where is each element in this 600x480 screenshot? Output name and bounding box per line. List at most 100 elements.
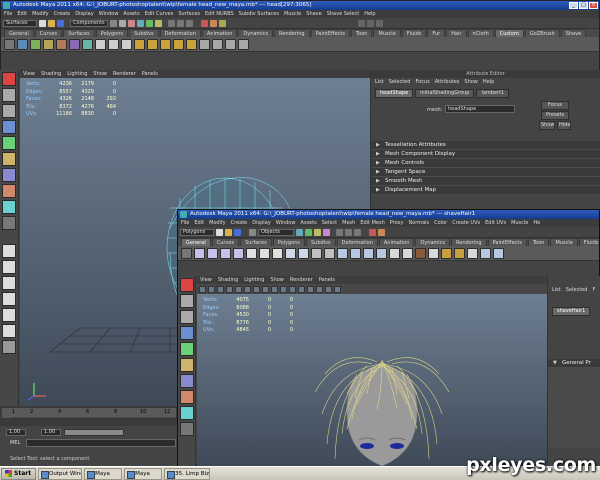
rotate-tool-icon[interactable] (179, 342, 194, 356)
hair-comb-icon[interactable] (311, 247, 322, 259)
mask-face-icon[interactable] (314, 228, 321, 236)
snap-grid-icon[interactable] (336, 228, 343, 236)
shelf-tab-polygons[interactable]: Polygons (272, 238, 305, 246)
menu-file[interactable]: File (4, 10, 12, 18)
menu-edit-nurbs[interactable]: Edit NURBS (205, 10, 234, 18)
bridge-icon[interactable] (186, 38, 197, 50)
menu-assets[interactable]: Assets (300, 219, 316, 227)
lasso-tool-icon[interactable] (179, 294, 194, 308)
hair-smooth-icon[interactable] (402, 247, 413, 259)
tab-headshape[interactable]: headShape (375, 89, 414, 98)
textured-icon[interactable] (289, 285, 296, 293)
shelf-tab-muscle[interactable]: Muscle (550, 238, 578, 246)
hair-wave-icon[interactable] (285, 247, 296, 259)
section-smooth-mesh[interactable]: ▶ Smooth Mesh (371, 177, 600, 186)
menu-edit-mesh[interactable]: Edit Mesh (360, 219, 384, 227)
mirror-icon[interactable] (173, 38, 184, 50)
mask-vertex-icon[interactable] (296, 228, 303, 236)
side-menu-selected[interactable]: Selected (566, 286, 588, 294)
render-icon[interactable] (201, 19, 208, 27)
vp-menu-renderer[interactable]: Renderer (113, 70, 136, 78)
uv-editor-icon[interactable] (238, 38, 249, 50)
poly-sphere-icon[interactable] (17, 38, 28, 50)
image-plane-icon[interactable] (226, 285, 233, 293)
menu-color[interactable]: Color (434, 219, 447, 227)
ae-menu-help[interactable]: Help (483, 78, 494, 86)
presets-button[interactable]: Presets (541, 111, 569, 120)
menu-shave[interactable]: Shave (306, 10, 321, 18)
shelf-tab-rendering[interactable]: Rendering (274, 29, 310, 37)
universal-manip-icon[interactable] (179, 374, 194, 388)
taskbar-item-maya[interactable]: Maya (84, 467, 123, 480)
shelf-tab-fluids[interactable]: Fluids (401, 29, 427, 37)
tab-initialshadinggroup[interactable]: initialShadingGroup (415, 89, 475, 98)
mask-uv-icon[interactable] (323, 228, 330, 236)
cp-icon[interactable] (121, 38, 132, 50)
shelf-tab-deformation[interactable]: Deformation (336, 238, 378, 246)
hair-curve-icon[interactable] (194, 247, 205, 259)
shelf-tab-painteffects[interactable]: PaintEffects (310, 29, 350, 37)
merge-icon[interactable] (69, 38, 80, 50)
layout-hypershade-icon[interactable] (2, 324, 16, 338)
minimize-button[interactable]: _ (569, 2, 578, 9)
menu-select[interactable]: Select (322, 219, 337, 227)
shelf-tab-polygons[interactable]: Polygons (95, 29, 128, 37)
show-channel-box-icon[interactable] (358, 19, 365, 27)
shelf-tab-fur[interactable]: Fur (427, 29, 446, 37)
select-component-icon[interactable] (128, 19, 135, 27)
vp-menu-lighting[interactable]: Lighting (67, 70, 87, 78)
menu-create-uvs[interactable]: Create UVs (452, 219, 480, 227)
shelf-menu-icon[interactable] (181, 247, 192, 259)
shelf-menu-icon[interactable] (4, 38, 15, 50)
split-polygon-icon[interactable] (82, 38, 93, 50)
menu-he[interactable]: He (533, 219, 540, 227)
menu-subdiv-surfaces[interactable]: Subdiv Surfaces (239, 10, 279, 18)
layout-two-icon[interactable] (2, 276, 16, 290)
vp-menu-show[interactable]: Show (93, 70, 107, 78)
shelf-tab-dynamics[interactable]: Dynamics (238, 29, 274, 37)
menu-create[interactable]: Create (54, 10, 71, 18)
shelf-tab-muscle[interactable]: Muscle (373, 29, 401, 37)
menu-edit[interactable]: Edit (17, 10, 27, 18)
section-general-properties[interactable]: ▼ General Pr (548, 359, 600, 368)
range-slider-bar[interactable] (64, 428, 124, 436)
mask-face-icon[interactable] (155, 19, 162, 27)
snap-point-icon[interactable] (186, 19, 193, 27)
extrude-icon[interactable] (56, 38, 67, 50)
poly-cylinder-icon[interactable] (43, 38, 54, 50)
shelf-tab-general[interactable]: General (181, 238, 211, 246)
menu-window[interactable]: Window (99, 10, 119, 18)
append-icon[interactable] (199, 38, 210, 50)
open-scene-icon[interactable] (48, 19, 55, 27)
shelf-tab-toon[interactable]: Toon (350, 29, 373, 37)
shelf-tab-subdivs[interactable]: Subdivs (129, 29, 159, 37)
snap-curve-icon[interactable] (177, 19, 184, 27)
show-button[interactable]: Show (539, 121, 555, 130)
new-scene-icon[interactable] (39, 19, 46, 27)
hair-grid-icon[interactable] (493, 247, 504, 259)
vp-menu-view[interactable]: View (200, 276, 212, 284)
shelf-tab-custom[interactable]: Custom (494, 29, 524, 37)
shelf-tab-general[interactable]: General (4, 29, 34, 37)
start-button[interactable]: Start (1, 467, 37, 480)
wireframe-on-shaded-icon[interactable] (280, 285, 287, 293)
mesh-name-field[interactable]: headShape (445, 105, 515, 113)
new-scene-icon[interactable] (216, 228, 223, 236)
show-manip-icon[interactable] (179, 406, 194, 420)
save-scene-icon[interactable] (57, 19, 64, 27)
tab-lambert1[interactable]: lambert1 (476, 89, 510, 98)
last-tool-icon[interactable] (2, 216, 16, 230)
menuset-dropdown[interactable]: Polygons (180, 228, 214, 236)
vp-menu-shading[interactable]: Shading (218, 276, 238, 284)
select-hierarchy-icon[interactable] (249, 228, 256, 236)
back-title-bar[interactable]: Autodesk Maya 2011 x64: G:\_JOBURT-photo… (1, 1, 599, 10)
hair-dots-icon[interactable] (272, 247, 283, 259)
scale-tool-icon[interactable] (179, 358, 194, 372)
hair-dots-icon[interactable] (246, 247, 257, 259)
section-tangent-space[interactable]: ▶ Tangent Space (371, 168, 600, 177)
taskbar-item-music-player[interactable]: 35. Limp Bizki... (164, 467, 211, 480)
shelf-tab-curves[interactable]: Curves (211, 238, 240, 246)
ae-menu-list[interactable]: List (375, 78, 384, 86)
menu-muscle[interactable]: Muscle (511, 219, 528, 227)
shelf-tab-deformation[interactable]: Deformation (159, 29, 201, 37)
